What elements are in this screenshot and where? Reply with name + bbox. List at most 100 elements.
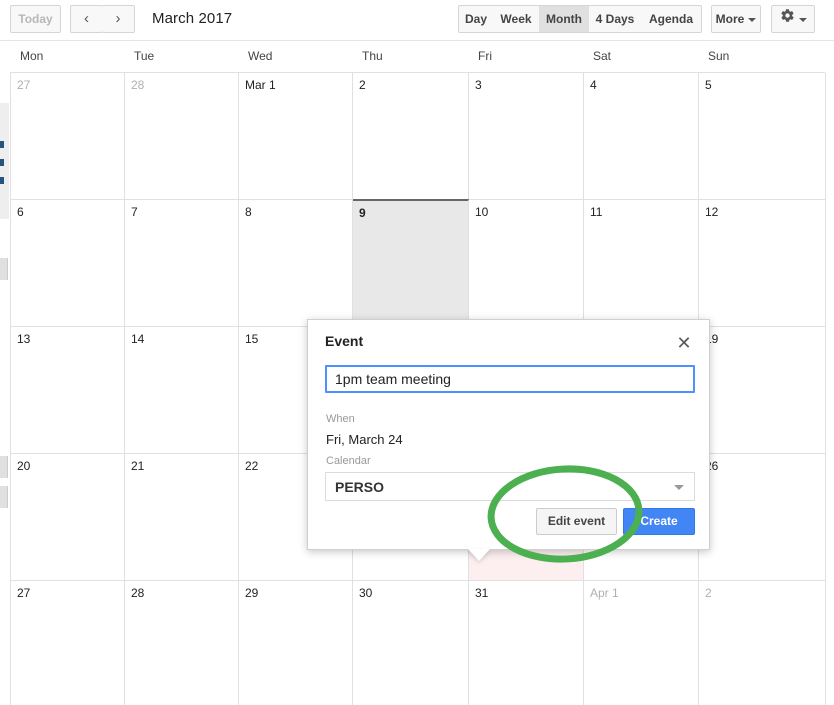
calendar-day-number: 27 [17, 586, 31, 600]
when-value: Fri, March 24 [326, 432, 403, 447]
chevron-down-icon [674, 485, 684, 490]
calendar-day-number: 13 [17, 332, 31, 346]
calendar-day-cell[interactable]: 2 [699, 581, 826, 705]
day-of-week-label: Thu [362, 49, 383, 63]
calendar-day-cell[interactable]: Apr 1 [584, 581, 699, 705]
event-dialog: Event ✕ When Fri, March 24 Calendar PERS… [307, 319, 710, 550]
calendar-day-number: 6 [17, 205, 24, 219]
calendar-day-number: 14 [131, 332, 145, 346]
day-of-week-label: Sun [708, 49, 730, 63]
sidebar-sliver-tab [0, 258, 8, 280]
calendar-day-number: 11 [590, 205, 603, 219]
calendar-day-number: 28 [131, 586, 145, 600]
calendar-day-cell[interactable]: 2 [353, 73, 469, 200]
tab-view-week[interactable]: Week [493, 5, 540, 33]
calendar-day-cell[interactable]: 9 [353, 199, 469, 326]
calendar-day-cell[interactable]: 3 [469, 73, 584, 200]
calendar-day-number: 12 [705, 205, 719, 219]
settings-button[interactable] [771, 5, 815, 33]
calendar-day-cell[interactable]: 29 [239, 581, 353, 705]
calendar-day-number: 31 [475, 586, 489, 600]
calendar-day-cell[interactable]: 21 [125, 454, 239, 581]
calendar-day-number: 29 [245, 586, 259, 600]
more-button[interactable]: More [711, 5, 761, 33]
today-button[interactable]: Today [10, 5, 61, 33]
dialog-pointer [468, 549, 490, 561]
calendar-select-value: PERSO [335, 479, 385, 495]
calendar-day-number: 3 [475, 78, 482, 92]
calendar-day-cell[interactable]: 20 [11, 454, 125, 581]
page-title: March 2017 [152, 10, 233, 27]
calendar-day-number: 2 [705, 586, 712, 600]
more-button-label: More [715, 12, 745, 26]
calendar-day-cell[interactable]: 30 [353, 581, 469, 705]
sidebar-sliver-mark [0, 141, 4, 148]
sidebar-sliver-tab [0, 456, 8, 478]
tab-view-4days[interactable]: 4 Days [589, 5, 642, 33]
edit-event-button[interactable]: Edit event [536, 508, 617, 535]
calendar-day-cell[interactable]: 8 [239, 200, 353, 327]
day-of-week-label: Tue [134, 49, 155, 63]
calendar-select[interactable]: PERSO [325, 472, 695, 501]
calendar-day-cell[interactable]: 5 [699, 73, 826, 200]
calendar-day-cell[interactable]: 19 [699, 327, 826, 454]
calendar-day-number: 2 [359, 78, 366, 92]
day-of-week-label: Mon [20, 49, 44, 63]
day-of-week-label: Wed [248, 49, 273, 63]
calendar-day-cell[interactable]: 28 [125, 73, 239, 200]
calendar-day-number: 4 [590, 78, 597, 92]
sidebar-sliver-tab [0, 486, 8, 508]
calendar-day-cell[interactable]: Mar 1 [239, 73, 353, 200]
create-button[interactable]: Create [623, 508, 695, 535]
calendar-day-number: 8 [245, 205, 252, 219]
toolbar: Today ‹ › March 2017 Day Week Month 4 Da… [0, 0, 834, 41]
calendar-day-cell[interactable]: 28 [125, 581, 239, 705]
tab-view-day[interactable]: Day [458, 5, 494, 33]
previous-period-button[interactable]: ‹ [70, 5, 103, 33]
calendar-day-number: 30 [359, 586, 373, 600]
event-title-input[interactable] [325, 365, 695, 393]
dialog-title: Event [325, 333, 364, 349]
sidebar-sliver [0, 103, 9, 219]
sidebar-sliver-mark [0, 177, 4, 184]
calendar-app: Today ‹ › March 2017 Day Week Month 4 Da… [0, 0, 834, 705]
calendar-label: Calendar [326, 455, 371, 467]
calendar-day-cell[interactable]: 11 [584, 200, 699, 327]
calendar-day-cell[interactable]: 6 [11, 200, 125, 327]
calendar-day-number: 22 [245, 459, 259, 473]
calendar-day-number: 15 [245, 332, 259, 346]
calendar-day-number: 5 [705, 78, 712, 92]
chevron-down-icon [798, 17, 807, 22]
calendar-day-number: 9 [359, 206, 366, 220]
gear-icon [780, 6, 795, 32]
tab-view-month[interactable]: Month [539, 5, 590, 33]
calendar-day-cell[interactable]: 26 [699, 454, 826, 581]
week-row: 6 7 8 9 10 11 12 [11, 199, 826, 327]
calendar-day-cell[interactable]: 7 [125, 200, 239, 327]
day-of-week-label: Sat [593, 49, 612, 63]
calendar-day-number: 20 [17, 459, 31, 473]
calendar-day-cell[interactable]: 31 [469, 581, 584, 705]
day-of-week-label: Fri [478, 49, 492, 63]
calendar-day-cell[interactable]: 27 [11, 73, 125, 200]
calendar-day-number: 27 [17, 78, 31, 92]
calendar-day-cell[interactable]: 4 [584, 73, 699, 200]
calendar-day-number: 7 [131, 205, 138, 219]
week-row: 27 28 29 30 31 Apr 1 2 [11, 581, 826, 705]
next-period-button[interactable]: › [102, 5, 135, 33]
close-icon[interactable]: ✕ [671, 330, 697, 356]
calendar-day-cell[interactable]: 12 [699, 200, 826, 327]
calendar-day-cell[interactable]: 27 [11, 581, 125, 705]
week-row: 27 28 Mar 1 2 3 4 5 [11, 73, 826, 200]
tab-view-agenda[interactable]: Agenda [641, 5, 702, 33]
calendar-day-cell[interactable]: 10 [469, 200, 584, 327]
sidebar-sliver-mark [0, 159, 4, 166]
calendar-day-cell[interactable]: 14 [125, 327, 239, 454]
calendar-day-number: 21 [131, 459, 145, 473]
calendar-day-number: Apr 1 [590, 586, 619, 600]
chevron-down-icon [748, 17, 757, 22]
calendar-day-number: Mar 1 [245, 78, 276, 92]
calendar-day-cell[interactable]: 13 [11, 327, 125, 454]
calendar-day-number: 28 [131, 78, 145, 92]
when-label: When [326, 413, 355, 425]
